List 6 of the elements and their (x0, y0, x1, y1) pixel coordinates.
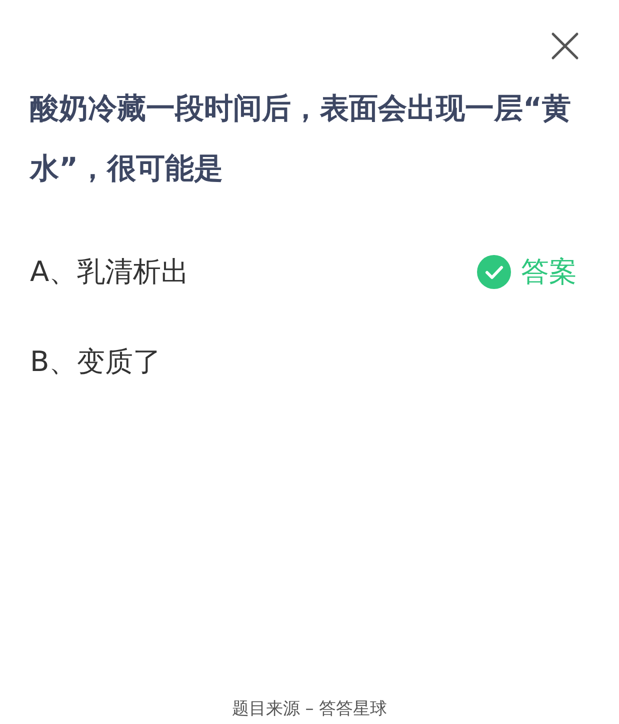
question-text: 酸奶冷藏一段时间后，表面会出现一层“黄水”，很可能是 (30, 90, 572, 187)
option-text[interactable]: A、乳清析出 (30, 253, 190, 291)
source-text: 题目来源 – 答答星球 (230, 698, 388, 721)
answer-label: 答案 (521, 254, 577, 290)
close-icon[interactable] (551, 32, 579, 60)
option-text[interactable]: B、变质了 (30, 343, 162, 381)
